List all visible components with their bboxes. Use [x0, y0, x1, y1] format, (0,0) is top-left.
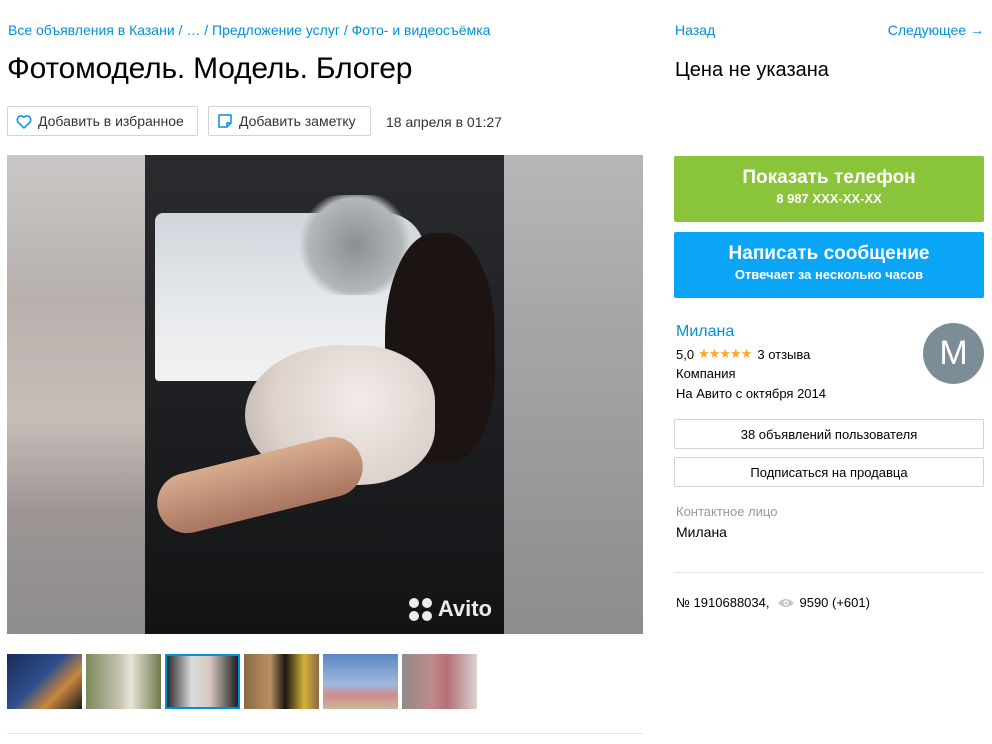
thumbnail[interactable] — [7, 654, 82, 709]
thumbnail-active[interactable] — [165, 654, 240, 709]
breadcrumb-separator: / — [339, 22, 352, 38]
views-count: 9590 (+601) — [799, 595, 870, 610]
show-phone-button[interactable]: Показать телефон 8 987 XXX-XX-XX — [674, 156, 984, 222]
thumbnail[interactable] — [244, 654, 319, 709]
thumbnail[interactable] — [323, 654, 398, 709]
rating-value: 5,0 — [676, 346, 695, 362]
show-phone-label: Показать телефон — [742, 167, 916, 188]
note-icon — [218, 114, 232, 128]
next-link[interactable]: Следующее → — [888, 22, 984, 38]
thumbnail-strip — [7, 654, 477, 709]
back-link[interactable]: Назад — [675, 22, 715, 38]
gallery-divider — [7, 733, 643, 734]
breadcrumb-photo-link[interactable]: Фото- и видеосъёмка — [352, 22, 491, 38]
eye-icon — [778, 598, 795, 607]
star-icons: ★★★★★ — [698, 346, 752, 361]
seller-type: Компания — [676, 366, 736, 381]
favorite-label: Добавить в избранное — [38, 113, 184, 129]
listing-stats: № 1910688034, 9590 (+601) — [676, 595, 870, 610]
subscribe-seller-button[interactable]: Подписаться на продавца — [674, 457, 984, 487]
seller-listings-button[interactable]: 38 объявлений пользователя — [674, 419, 984, 449]
avito-watermark: Avito — [408, 596, 492, 622]
seller-rating: 5,0 ★★★★★ 3 отзыва — [676, 346, 810, 362]
write-message-button[interactable]: Написать сообщение Отвечает за несколько… — [674, 232, 984, 298]
breadcrumb-separator: / … / — [174, 22, 212, 38]
thumbnail[interactable] — [86, 654, 161, 709]
reviews-link[interactable]: 3 отзыва — [757, 347, 810, 362]
listing-number: № 1910688034, — [676, 595, 770, 610]
gallery-blur-right — [504, 155, 643, 634]
main-photo[interactable]: Avito — [145, 155, 504, 634]
note-label: Добавить заметку — [239, 113, 356, 129]
contact-person-label: Контактное лицо — [676, 504, 778, 519]
thumbnail[interactable] — [402, 654, 477, 709]
avatar[interactable]: M — [923, 323, 984, 384]
breadcrumb-all-link[interactable]: Все объявления в Казани — [8, 22, 175, 38]
watermark-text: Avito — [437, 596, 492, 621]
avito-logo-icon — [408, 597, 432, 621]
response-time: Отвечает за несколько часов — [734, 267, 924, 282]
photo-gallery[interactable]: Avito — [7, 155, 643, 634]
add-note-button[interactable]: Добавить заметку — [208, 106, 371, 136]
gallery-blur-left — [7, 155, 145, 634]
price: Цена не указана — [675, 59, 829, 81]
write-message-label: Написать сообщение — [728, 243, 930, 264]
avatar-letter: M — [939, 334, 968, 372]
add-to-favorites-button[interactable]: Добавить в избранное — [7, 106, 198, 136]
section-divider — [674, 572, 984, 573]
publish-date: 18 апреля в 01:27 — [386, 114, 502, 130]
seller-since: На Авито с октября 2014 — [676, 386, 826, 401]
breadcrumb: Все объявления в Казани / … / Предложени… — [8, 22, 490, 38]
heart-icon — [16, 114, 32, 129]
phone-number: 8 987 XXX-XX-XX — [776, 191, 882, 206]
contact-person-name: Милана — [676, 524, 727, 540]
page-title: Фотомодель. Модель. Блогер — [7, 52, 413, 85]
seller-name-link[interactable]: Милана — [676, 323, 734, 341]
breadcrumb-services-link[interactable]: Предложение услуг — [212, 22, 340, 38]
